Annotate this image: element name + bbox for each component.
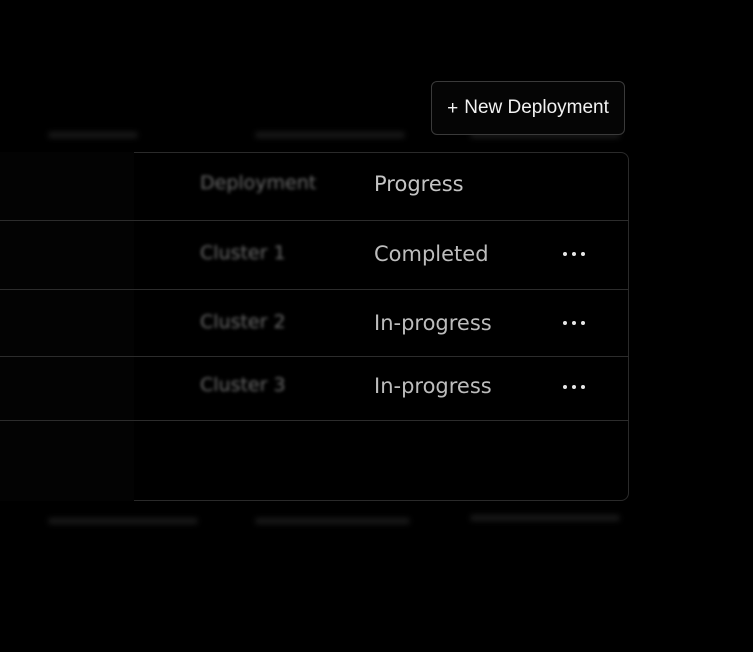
more-horizontal-icon[interactable] [563, 316, 585, 330]
background-blur [48, 132, 138, 138]
more-horizontal-icon[interactable] [563, 247, 585, 261]
row-divider [0, 420, 629, 421]
plus-icon: + [447, 97, 459, 119]
new-deployment-label: New Deployment [464, 97, 609, 118]
column-header-deployment: Deployment [200, 172, 317, 194]
deployment-name: Cluster 1 [200, 242, 286, 264]
row-divider [0, 220, 629, 221]
row-divider [0, 356, 629, 357]
background-blur [48, 518, 198, 524]
progress-status: Completed [374, 242, 489, 266]
deployment-name: Cluster 2 [200, 311, 286, 333]
deployment-name: Cluster 3 [200, 374, 286, 396]
column-header-progress: Progress [374, 172, 464, 196]
row-divider [0, 289, 629, 290]
background-blur [470, 515, 620, 521]
new-deployment-button[interactable]: + New Deployment [431, 81, 625, 135]
deployments-panel: + New Deployment Deployment Progress Clu… [0, 0, 753, 652]
progress-status: In-progress [374, 311, 492, 335]
table-left-extension [0, 152, 134, 501]
more-horizontal-icon[interactable] [563, 380, 585, 394]
background-blur [255, 518, 410, 524]
background-blur [255, 132, 405, 138]
progress-status: In-progress [374, 374, 492, 398]
